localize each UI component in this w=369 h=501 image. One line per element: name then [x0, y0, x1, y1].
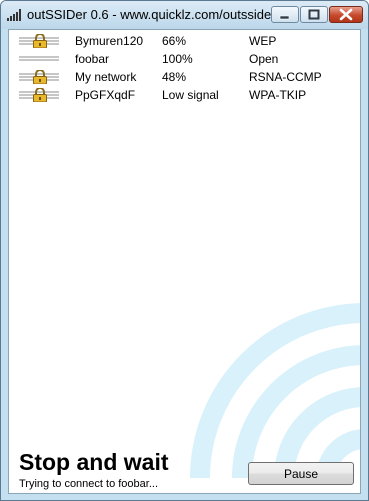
network-row[interactable]: My network 48% RSNA-CCMP: [9, 68, 360, 86]
network-signal: 66%: [162, 34, 187, 48]
network-security: WEP: [249, 34, 277, 48]
padlock-icon: [19, 70, 59, 84]
network-name: PpGFXqdF: [75, 88, 136, 102]
title-bar[interactable]: outSSIDer 0.6 - www.quicklz.com/outsside…: [1, 1, 368, 29]
network-name: My network: [75, 70, 137, 84]
network-security: WPA-TKIP: [249, 88, 307, 102]
close-button[interactable]: [329, 6, 363, 23]
window-title: outSSIDer 0.6 - www.quicklz.com/outsside…: [27, 7, 276, 22]
status-title: Stop and wait: [19, 449, 169, 475]
network-signal: Low signal: [162, 88, 219, 102]
network-panel: Bymuren120 66% WEP foobar 100% Open My n…: [8, 29, 361, 494]
network-signal: 48%: [162, 70, 187, 84]
network-name: foobar: [75, 52, 110, 66]
network-security: RSNA-CCMP: [249, 70, 322, 84]
padlock-icon: [19, 88, 59, 102]
maximize-icon: [308, 9, 320, 20]
network-row[interactable]: PpGFXqdF Low signal WPA-TKIP: [9, 86, 360, 104]
pause-button[interactable]: Pause: [248, 462, 354, 485]
network-name: Bymuren120: [75, 34, 144, 48]
network-row[interactable]: Bymuren120 66% WEP: [9, 32, 360, 50]
minimize-button[interactable]: [271, 6, 299, 23]
padlock-icon: [19, 34, 59, 48]
app-window: outSSIDer 0.6 - www.quicklz.com/outsside…: [0, 0, 369, 501]
network-row[interactable]: foobar 100% Open: [9, 50, 360, 68]
network-security: Open: [249, 52, 279, 66]
status-message: Trying to connect to foobar...: [19, 478, 159, 490]
signal-bars-icon: [7, 9, 21, 21]
signal-line-icon: [19, 56, 59, 61]
minimize-icon: [279, 15, 290, 20]
maximize-button[interactable]: [300, 6, 328, 23]
close-icon: [339, 8, 353, 21]
network-signal: 100%: [162, 52, 193, 66]
